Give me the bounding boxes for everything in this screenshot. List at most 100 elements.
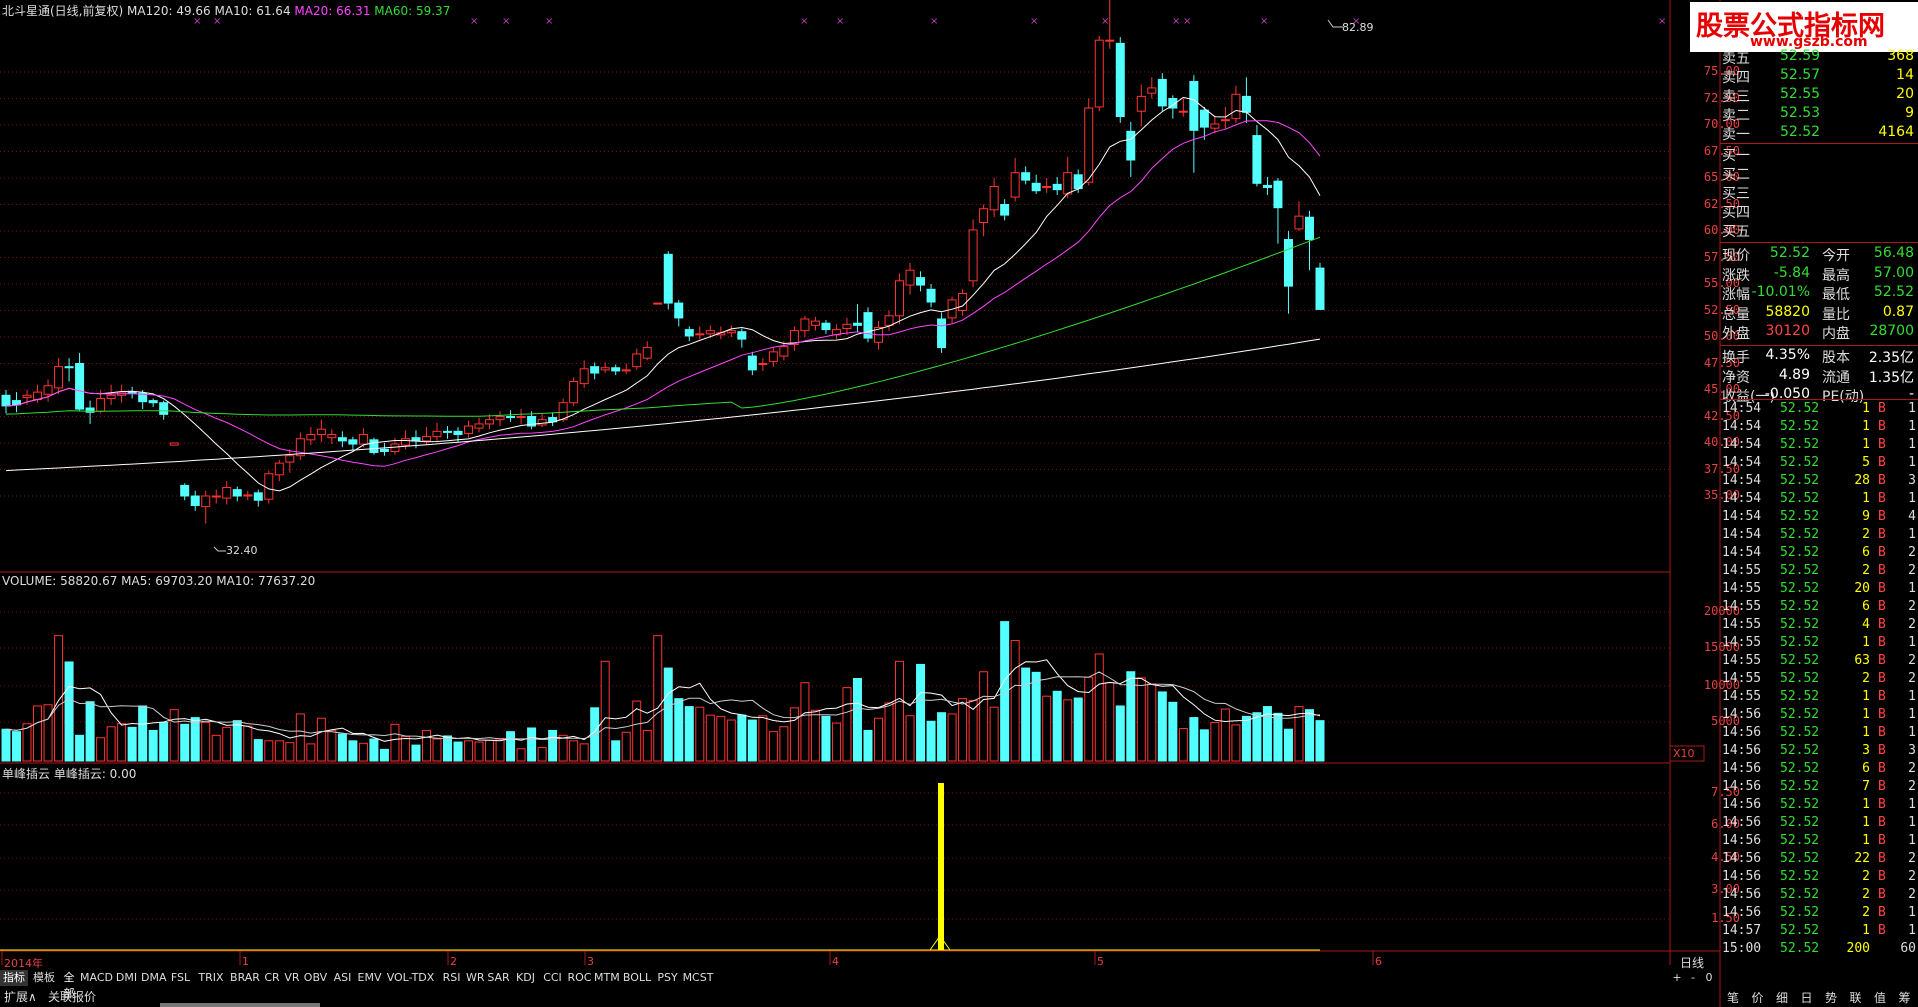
volume-bar (705, 714, 715, 762)
tab-roc[interactable]: ROC (567, 970, 592, 986)
period-label[interactable]: 日线 (1680, 954, 1704, 971)
tick-time: 14:54 (1722, 545, 1762, 560)
volume-bar (12, 731, 22, 762)
quote-row: 涨幅 -10.01% 最低 52.52 (1720, 284, 1918, 303)
tab-template[interactable]: 模板 (30, 970, 58, 986)
tick-count: 1 (1908, 401, 1916, 416)
tick-volume: 1 (1862, 689, 1870, 704)
volume-bar (138, 705, 148, 762)
volume-bar (295, 713, 305, 762)
volume-bar (1147, 683, 1157, 762)
tick-volume: 6 (1862, 599, 1870, 614)
candle (800, 318, 810, 332)
tick-time: 14:54 (1722, 401, 1762, 416)
zoom-control[interactable]: 0 (1702, 970, 1716, 986)
ask-price: 52.52 (1780, 124, 1821, 140)
ask-price: 52.59 (1780, 48, 1821, 64)
tick-volume: 63 (1854, 653, 1870, 668)
zoom-control[interactable]: + (1670, 970, 1684, 986)
tick-time: 14:55 (1722, 581, 1762, 596)
tab-trix[interactable]: TRIX (195, 970, 227, 986)
chart-canvas[interactable]: × × × × × × × × × × × × × × × (0, 0, 1918, 1007)
side-tab[interactable]: 价 (1747, 989, 1769, 1006)
volume-bar (495, 737, 505, 762)
candle (1042, 185, 1052, 189)
volume-bar (695, 706, 705, 762)
tick-direction: B (1878, 419, 1886, 434)
side-tab[interactable]: 联 (1845, 989, 1867, 1006)
candle (243, 494, 253, 497)
expand-button[interactable]: 扩展∧ (4, 989, 37, 1005)
side-tab[interactable]: 细 (1771, 989, 1793, 1006)
candle (369, 439, 379, 454)
tick-price: 52.52 (1780, 437, 1820, 452)
side-tab[interactable]: 筹 (1894, 989, 1916, 1006)
tick-volume: 1 (1862, 437, 1870, 452)
tick-count: 1 (1908, 581, 1916, 596)
tab-rsi[interactable]: RSI (439, 970, 464, 986)
panel-divider (1720, 345, 1918, 346)
tick-price: 52.52 (1780, 545, 1820, 560)
tab-wr[interactable]: WR (466, 970, 485, 986)
volume-bar (569, 740, 579, 762)
tab-cci[interactable]: CCI (540, 970, 565, 986)
tick-price: 52.52 (1780, 509, 1820, 524)
volume-bar (558, 734, 568, 762)
tab-sar[interactable]: SAR (486, 970, 511, 986)
tab-asi[interactable]: ASI (330, 970, 355, 986)
tick-direction: B (1878, 527, 1886, 542)
ask-row: 卖五 52.59 368 (1720, 48, 1918, 67)
tab-obv[interactable]: OBV (303, 970, 328, 986)
zoom-control[interactable]: - (1686, 970, 1700, 986)
scrollbar[interactable] (160, 1003, 320, 1007)
tab-dma[interactable]: DMA (141, 970, 167, 986)
candle (306, 434, 316, 441)
volume-bar (726, 719, 736, 762)
tab-macd[interactable]: MACD (80, 970, 113, 986)
tick-direction: B (1878, 887, 1886, 902)
candle (327, 434, 337, 439)
candle (506, 416, 516, 419)
tab-mtm[interactable]: MTM (594, 970, 620, 986)
tab-全部[interactable]: 全部 (60, 970, 78, 1000)
side-tab[interactable]: 笔 (1722, 989, 1744, 1006)
side-tab[interactable]: 势 (1820, 989, 1842, 1006)
tab-indicator[interactable]: 指标 (0, 970, 28, 986)
quote-row: 总量 58820 量比 0.87 (1720, 304, 1918, 323)
tab-vol-tdx[interactable]: VOL-TDX (384, 970, 437, 986)
volume-bar (264, 740, 274, 762)
ask-price: 52.55 (1780, 86, 1821, 102)
tick-count: 4 (1908, 509, 1916, 524)
volume-bar (747, 719, 757, 762)
tick-direction: B (1878, 563, 1886, 578)
side-tab[interactable]: 日 (1796, 989, 1818, 1006)
tab-boll[interactable]: BOLL (621, 970, 653, 986)
tick-row: 14:55 52.52 1 B 1 (1720, 635, 1918, 653)
tab-fsl[interactable]: FSL (168, 970, 193, 986)
tick-volume: 2 (1862, 527, 1870, 542)
quote-value: -10.01% (1751, 284, 1810, 300)
side-tab[interactable]: 值 (1869, 989, 1891, 1006)
tick-row: 14:56 52.52 1 B 1 (1720, 815, 1918, 833)
volume-bar (884, 702, 894, 762)
ask-volume: 20 (1896, 86, 1914, 102)
tick-row: 14:56 52.52 6 B 2 (1720, 761, 1918, 779)
tab-cr[interactable]: CR (263, 970, 281, 986)
ask-row: 卖一 52.52 4164 (1720, 124, 1918, 143)
tick-time: 14:56 (1722, 797, 1762, 812)
tab-kdj[interactable]: KDJ (513, 970, 538, 986)
tab-emv[interactable]: EMV (357, 970, 382, 986)
tab-psy[interactable]: PSY (655, 970, 680, 986)
linked-quote-button[interactable]: 关联报价 (48, 989, 96, 1005)
tab-dmi[interactable]: DMI (114, 970, 139, 986)
ask-label: 卖三 (1722, 89, 1750, 105)
tick-row: 14:54 52.52 28 B 3 (1720, 473, 1918, 491)
volume-bar (842, 687, 852, 762)
volume-bar (621, 731, 631, 762)
tab-vr[interactable]: VR (283, 970, 301, 986)
volume-bar (506, 731, 516, 762)
tab-brar[interactable]: BRAR (229, 970, 261, 986)
quote-value: 4.35% (1765, 347, 1810, 363)
candle (253, 492, 263, 501)
tab-mcst[interactable]: MCST (682, 970, 714, 986)
